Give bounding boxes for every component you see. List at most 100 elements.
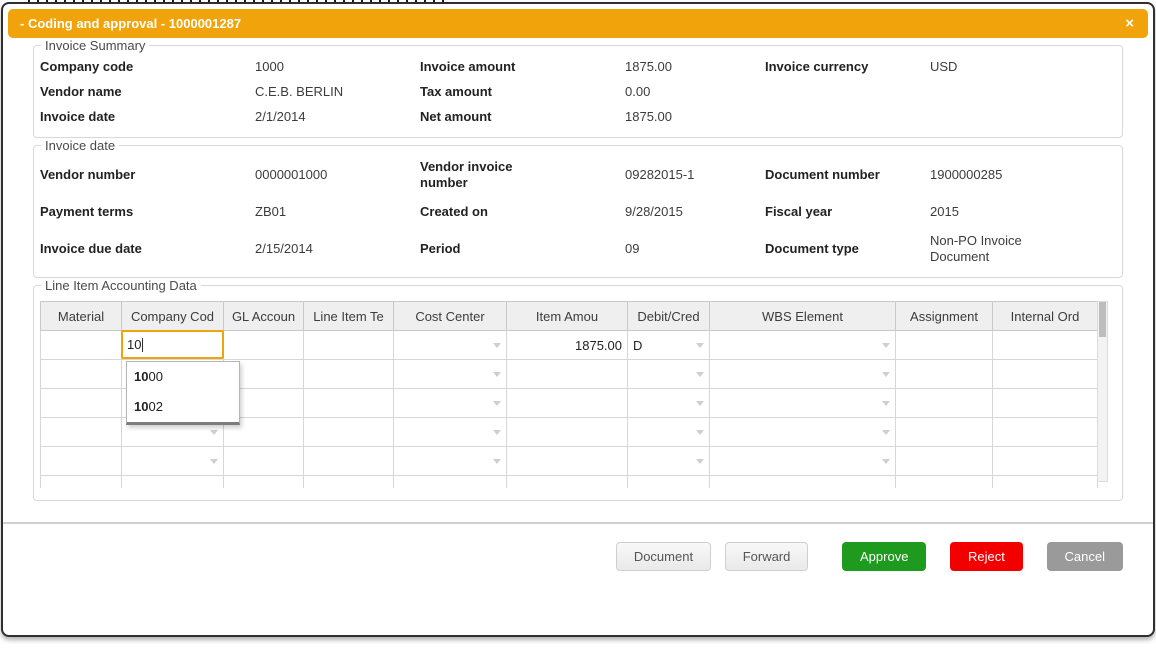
autocomplete-option-1002[interactable]: 1002 <box>127 392 239 422</box>
invoice-details-legend: Invoice date <box>41 138 119 153</box>
internal-order-cell[interactable] <box>993 389 1098 418</box>
invoice-summary-legend: Invoice Summary <box>41 38 149 53</box>
item-amount-cell[interactable] <box>507 476 628 489</box>
dropdown-arrow-icon[interactable] <box>882 430 890 435</box>
dropdown-arrow-icon[interactable] <box>882 372 890 377</box>
cost-center-cell[interactable] <box>394 360 507 389</box>
cost-center-cell[interactable] <box>394 331 507 360</box>
debit-credit-cell[interactable] <box>628 389 710 418</box>
internal-order-cell[interactable] <box>993 331 1098 360</box>
material-cell[interactable] <box>41 476 122 489</box>
internal-order-cell[interactable] <box>993 418 1098 447</box>
field-label: Document number <box>765 167 885 183</box>
item-amount-cell[interactable] <box>507 360 628 389</box>
item-amount-cell[interactable] <box>507 418 628 447</box>
cost-center-cell[interactable] <box>394 447 507 476</box>
field-label: Document type <box>765 241 885 257</box>
assignment-cell[interactable] <box>896 360 993 389</box>
reject-button[interactable]: Reject <box>950 542 1023 571</box>
item-amount-cell[interactable]: 1875.00 <box>507 331 628 360</box>
cost-center-cell[interactable] <box>394 389 507 418</box>
dropdown-arrow-icon[interactable] <box>696 343 704 348</box>
item-amount-cell[interactable] <box>507 389 628 418</box>
company-code-cell[interactable]: 10 <box>122 331 224 360</box>
field-value: ZB01 <box>255 204 420 220</box>
forward-button[interactable]: Forward <box>725 542 809 571</box>
dropdown-arrow-icon[interactable] <box>696 459 704 464</box>
dropdown-arrow-icon[interactable] <box>493 372 501 377</box>
line-item-text-cell[interactable] <box>304 476 394 489</box>
wbs-element-cell[interactable] <box>710 389 896 418</box>
field-label: Vendor invoice number <box>420 159 540 191</box>
dropdown-arrow-icon[interactable] <box>493 430 501 435</box>
field-label: Tax amount <box>420 84 540 100</box>
wbs-element-cell[interactable] <box>710 476 896 489</box>
internal-order-cell[interactable] <box>993 476 1098 489</box>
material-cell[interactable] <box>41 389 122 418</box>
field-value: 09282015-1 <box>625 167 765 183</box>
dropdown-arrow-icon[interactable] <box>493 401 501 406</box>
column-header-debit-credit: Debit/Cred <box>628 302 710 331</box>
wbs-element-cell[interactable] <box>710 418 896 447</box>
debit-credit-cell[interactable] <box>628 447 710 476</box>
table-scrollbar[interactable] <box>1097 301 1108 482</box>
assignment-cell[interactable] <box>896 389 993 418</box>
gl-account-cell[interactable] <box>224 476 304 489</box>
debit-credit-cell[interactable]: D <box>628 331 710 360</box>
field-label: Period <box>420 241 540 257</box>
cost-center-cell[interactable] <box>394 476 507 489</box>
column-header-internal-order: Internal Ord <box>993 302 1098 331</box>
table-scrollbar-thumb[interactable] <box>1099 302 1106 337</box>
company-code-cell[interactable] <box>122 476 224 489</box>
debit-credit-cell[interactable] <box>628 418 710 447</box>
cancel-button[interactable]: Cancel <box>1047 542 1123 571</box>
document-button[interactable]: Document <box>616 542 711 571</box>
internal-order-cell[interactable] <box>993 447 1098 476</box>
wbs-element-cell[interactable] <box>710 447 896 476</box>
line-items-section: Line Item Accounting Data Material Compa… <box>33 278 1123 501</box>
column-header-item-amount: Item Amou <box>507 302 628 331</box>
dropdown-arrow-icon[interactable] <box>696 401 704 406</box>
material-cell[interactable] <box>41 447 122 476</box>
line-item-text-cell[interactable] <box>304 447 394 476</box>
debit-credit-cell[interactable] <box>628 476 710 489</box>
field-value: 2015 <box>930 204 1116 220</box>
dropdown-arrow-icon[interactable] <box>493 343 501 348</box>
approve-button[interactable]: Approve <box>842 542 926 571</box>
table-header-row: Material Company Cod GL Accoun Line Item… <box>41 302 1098 331</box>
internal-order-cell[interactable] <box>993 360 1098 389</box>
material-cell[interactable] <box>41 360 122 389</box>
field-label: Invoice currency <box>765 59 885 75</box>
cost-center-cell[interactable] <box>394 418 507 447</box>
assignment-cell[interactable] <box>896 476 993 489</box>
company-code-input[interactable]: 10 <box>121 330 224 359</box>
dropdown-arrow-icon[interactable] <box>210 459 218 464</box>
assignment-cell[interactable] <box>896 418 993 447</box>
wbs-element-cell[interactable] <box>710 360 896 389</box>
dropdown-arrow-icon[interactable] <box>882 459 890 464</box>
material-cell[interactable] <box>41 331 122 360</box>
material-cell[interactable] <box>41 418 122 447</box>
assignment-cell[interactable] <box>896 447 993 476</box>
line-item-text-cell[interactable] <box>304 418 394 447</box>
company-code-cell[interactable] <box>122 447 224 476</box>
assignment-cell[interactable] <box>896 331 993 360</box>
line-item-text-cell[interactable] <box>304 360 394 389</box>
wbs-element-cell[interactable] <box>710 331 896 360</box>
dropdown-arrow-icon[interactable] <box>210 430 218 435</box>
gl-account-cell[interactable] <box>224 447 304 476</box>
autocomplete-option-1000[interactable]: 1000 <box>127 362 239 392</box>
close-icon[interactable]: × <box>1125 16 1148 31</box>
item-amount-cell[interactable] <box>507 447 628 476</box>
dropdown-arrow-icon[interactable] <box>882 401 890 406</box>
dropdown-arrow-icon[interactable] <box>696 372 704 377</box>
dropdown-arrow-icon[interactable] <box>493 459 501 464</box>
line-item-text-cell[interactable] <box>304 331 394 360</box>
dialog-titlebar[interactable]: - Coding and approval - 1000001287 × <box>8 9 1148 38</box>
field-value: Non-PO Invoice Document <box>930 233 1035 265</box>
line-item-text-cell[interactable] <box>304 389 394 418</box>
debit-credit-cell[interactable] <box>628 360 710 389</box>
dropdown-arrow-icon[interactable] <box>696 430 704 435</box>
gl-account-cell[interactable] <box>224 331 304 360</box>
dropdown-arrow-icon[interactable] <box>882 343 890 348</box>
